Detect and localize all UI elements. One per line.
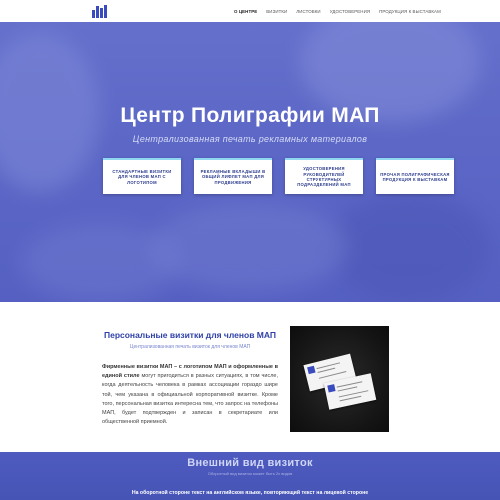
nav-item-certificates[interactable]: УДОСТОВЕРЕНИЯ: [330, 9, 370, 14]
nav-item-leaflets[interactable]: ЛИСТОВКИ: [296, 9, 320, 14]
hero-section: Центр Полиграфии МАП Централизованная пе…: [0, 22, 500, 302]
section-subtitle: Централизованная печать визиток для член…: [129, 344, 251, 350]
nav-item-about[interactable]: О ЦЕНТРЕ: [234, 9, 257, 14]
card-business-cards[interactable]: Стандартные визитки для членов МАП с лог…: [103, 158, 181, 194]
card-label: Прочая полиграфическая продукция к выста…: [380, 171, 450, 182]
hero-title: Центр Полиграфии МАП: [120, 104, 380, 127]
hero-cards: Стандартные визитки для членов МАП с лог…: [103, 158, 454, 194]
hero-background-shape: [330, 192, 490, 302]
card-exhibition-products[interactable]: Прочая полиграфическая продукция к выста…: [376, 158, 454, 194]
section-title: Персональные визитки для членов МАП: [103, 330, 277, 340]
card-label: Стандартные визитки для членов МАП с лог…: [112, 168, 172, 185]
nav-item-exhibition-products[interactable]: ПРОДУКЦИЯ К ВЫСТАВКАМ: [379, 9, 441, 14]
main-nav: О ЦЕНТРЕ ВИЗИТКИ ЛИСТОВКИ УДОСТОВЕРЕНИЯ …: [234, 0, 441, 22]
site-header: О ЦЕНТРЕ ВИЗИТКИ ЛИСТОВКИ УДОСТОВЕРЕНИЯ …: [0, 0, 500, 22]
card-label: Рекламные вкладыши в общий лифлет МАП дл…: [200, 168, 266, 185]
card-certificates[interactable]: Удостоверения руководителей структурных …: [285, 158, 363, 194]
appearance-title: Внешний вид визиток: [187, 457, 313, 469]
business-cards-photo: [290, 326, 389, 432]
map-logo-icon[interactable]: [92, 4, 108, 18]
hero-background-shape: [150, 202, 350, 292]
section-text-body: могут пригодиться в разных ситуациях, в …: [102, 373, 278, 426]
appearance-section: Внешний вид визиток Оборотный вид визито…: [0, 452, 500, 500]
card-leaflet-inserts[interactable]: Рекламные вкладыши в общий лифлет МАП дл…: [194, 158, 272, 194]
hero-subtitle: Централизованная печать рекламных матери…: [132, 134, 368, 144]
card-label: Удостоверения руководителей структурных …: [297, 166, 351, 188]
nav-item-business-cards[interactable]: ВИЗИТКИ: [266, 9, 287, 14]
section-text: Фирменные визитки МАП – с логотипом МАП …: [102, 363, 278, 428]
appearance-subtitle: Оборотный вид визиток может быть 2х видо…: [207, 471, 293, 476]
appearance-text: На оборотной стороне текст на английском…: [131, 490, 369, 496]
